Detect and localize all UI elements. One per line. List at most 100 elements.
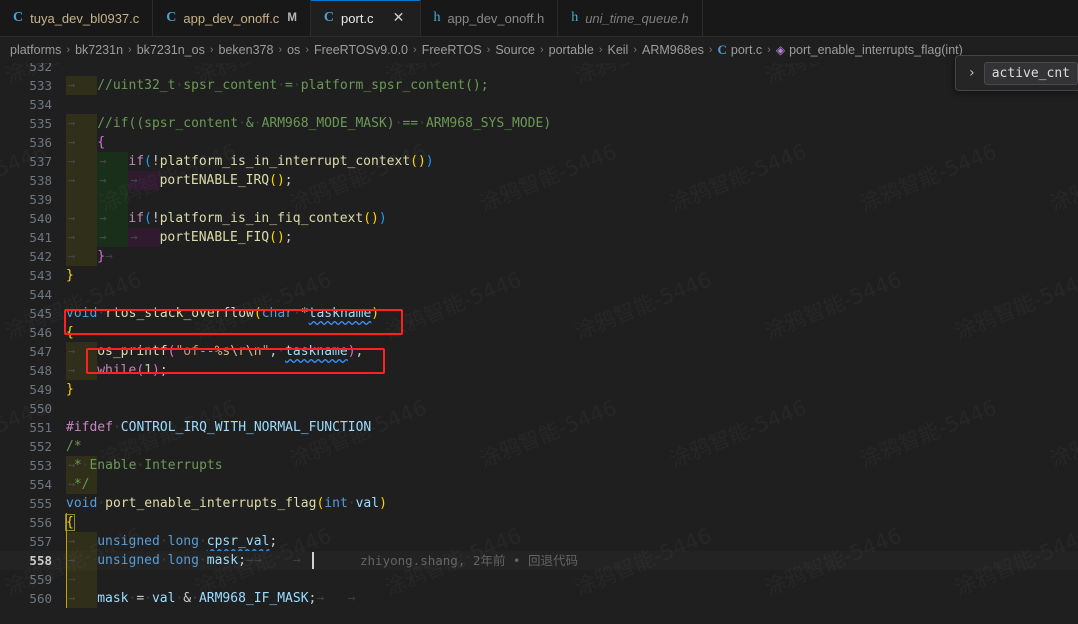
breadcrumb-separator-icon: › (413, 44, 417, 56)
line-content: portENABLE_FIQ(); (66, 228, 1078, 247)
line-content: if(!platform_is_in_fiq_context()) (66, 209, 1078, 228)
code-line-current[interactable]: 558 unsigned·long·mask;→→ → zhiyong.shan… (0, 551, 1078, 570)
line-content: os_printf("of--%s\r\n",·taskname); (66, 342, 1078, 361)
line-number: 543 (29, 268, 52, 283)
breadcrumb-item-arm968es[interactable]: ARM968es (642, 43, 704, 57)
tab-tuya_dev_bl0937-c[interactable]: C tuya_dev_bl0937.c (0, 0, 154, 36)
code-line[interactable]: 543 } (0, 266, 1078, 285)
line-number: 558 (29, 553, 52, 568)
line-content: /* (66, 439, 82, 454)
line-content: //if((spsr_content·&·ARM968_MODE_MASK)·=… (66, 114, 1078, 133)
tab-app_dev_onoff-c[interactable]: C app_dev_onoff.c M (153, 0, 311, 36)
breadcrumb-item-portable[interactable]: portable (549, 43, 594, 57)
code-line[interactable]: 537 if(!platform_is_in_interrupt_context… (0, 152, 1078, 171)
breadcrumb-item-platforms[interactable]: platforms (10, 43, 61, 57)
code-line[interactable]: 546 { (0, 323, 1078, 342)
code-line[interactable]: 534 (0, 95, 1078, 114)
line-number: 556 (29, 515, 52, 530)
code-line[interactable]: 538 portENABLE_IRQ(); (0, 171, 1078, 190)
breadcrumb-item-symbol[interactable]: port_enable_interrupts_flag(int) (789, 43, 963, 57)
line-number: 545 (29, 306, 52, 321)
c-file-icon: C (13, 10, 24, 25)
c-file-icon: C (717, 42, 727, 57)
code-line[interactable]: 544 (0, 285, 1078, 304)
breadcrumb-separator-icon: › (278, 44, 283, 56)
breadcrumb-separator-icon: › (708, 44, 713, 56)
breadcrumb-separator-icon: › (486, 44, 491, 56)
code-lines[interactable]: 532 533 //uint32_t·spsr_content·=·platfo… (0, 62, 1078, 608)
git-blame-annotation[interactable]: zhiyong.shang, 2年前 • 回退代码 (360, 551, 578, 570)
breadcrumb-separator-icon: › (209, 44, 214, 56)
code-line[interactable]: 535 //if((spsr_content·&·ARM968_MODE_MAS… (0, 114, 1078, 133)
line-number: 534 (29, 97, 52, 112)
tab-label: uni_time_queue.h (585, 10, 689, 26)
breadcrumb-separator-icon: › (66, 44, 71, 56)
code-line[interactable]: 550 (0, 399, 1078, 418)
code-editor[interactable]: 涂鸦智能-5446涂鸦智能-5446涂鸦智能-5446涂鸦智能-5446涂鸦智能… (0, 62, 1078, 624)
tab-uni_time_queue-h[interactable]: h uni_time_queue.h (558, 0, 703, 36)
line-number: 546 (29, 325, 52, 340)
code-line[interactable]: 542 }→ (0, 247, 1078, 266)
code-line[interactable]: 557 unsigned·long·cpsr_val; (0, 532, 1078, 551)
breadcrumb-item-freertosv900[interactable]: FreeRTOSv9.0.0 (314, 43, 408, 57)
line-number: 554 (29, 477, 52, 492)
code-line[interactable]: 556 { (0, 513, 1078, 532)
line-content: ·*·Enable·Interrupts (66, 456, 1078, 475)
line-number: 535 (29, 116, 52, 131)
tab-modified-indicator: M (287, 12, 297, 24)
debug-hover-popup[interactable]: › active_cnt (954, 55, 1078, 91)
line-number: 544 (29, 287, 52, 302)
breadcrumb-item-os[interactable]: os (287, 43, 300, 57)
code-line[interactable]: 547 os_printf("of--%s\r\n",·taskname); (0, 342, 1078, 361)
line-number: 541 (29, 230, 52, 245)
breadcrumb-item-keil[interactable]: Keil (607, 43, 628, 57)
watch-expression-value[interactable]: active_cnt (983, 61, 1078, 85)
breadcrumb-item-bk7231n[interactable]: bk7231n (75, 43, 123, 57)
breadcrumb-separator-icon: › (598, 44, 603, 56)
tab-port-c[interactable]: C port.c ✕ (310, 0, 421, 36)
breadcrumb-item-beken378[interactable]: beken378 (219, 43, 274, 57)
line-number: 548 (29, 363, 52, 378)
code-line[interactable]: 559 → (0, 570, 1078, 589)
code-line[interactable]: 552 /* (0, 437, 1078, 456)
line-number: 547 (29, 344, 52, 359)
code-line[interactable]: 533 //uint32_t·spsr_content·=·platform_s… (0, 76, 1078, 95)
line-number: 542 (29, 249, 52, 264)
code-line[interactable]: 560 mask·=·val·&·ARM968_IF_MASK;→ → (0, 589, 1078, 608)
line-number: 549 (29, 382, 52, 397)
code-line[interactable]: 548 while(1); (0, 361, 1078, 380)
tab-app_dev_onoff-h[interactable]: h app_dev_onoff.h (420, 0, 559, 36)
line-content: //uint32_t·spsr_content·=·platform_spsr_… (66, 76, 1078, 95)
code-line[interactable]: 532 (0, 62, 1078, 76)
breadcrumb-item-freertos[interactable]: FreeRTOS (422, 43, 482, 57)
line-content: if(!platform_is_in_interrupt_context()) (66, 152, 1078, 171)
chevron-right-icon[interactable]: › (962, 65, 982, 81)
code-line[interactable]: 540 if(!platform_is_in_fiq_context()) (0, 209, 1078, 228)
line-number: 559 (29, 572, 52, 587)
code-line[interactable]: 553 ·*·Enable·Interrupts (0, 456, 1078, 475)
h-file-icon: h (571, 10, 579, 25)
line-content: { (66, 133, 1078, 152)
code-line[interactable]: 554 ·*/ (0, 475, 1078, 494)
breadcrumb-item-port-c[interactable]: port.c (731, 43, 762, 57)
line-number: 553 (29, 458, 52, 473)
code-line[interactable]: 541 portENABLE_FIQ(); (0, 228, 1078, 247)
breadcrumb-separator-icon: › (633, 44, 637, 56)
tab-label: app_dev_onoff.h (447, 10, 545, 26)
code-line[interactable]: 539 (0, 190, 1078, 209)
line-content: { (65, 514, 75, 531)
breadcrumb-separator-icon: › (539, 44, 544, 56)
line-number: 551 (29, 420, 52, 435)
code-line[interactable]: 549 } (0, 380, 1078, 399)
breadcrumb-item-bk7231n_os[interactable]: bk7231n_os (137, 43, 205, 57)
breadcrumb-item-source[interactable]: Source (495, 43, 535, 57)
close-icon[interactable]: ✕ (391, 10, 407, 26)
line-number: 538 (29, 173, 52, 188)
line-content: void·port_enable_interrupts_flag(int·val… (66, 496, 387, 511)
line-number: 552 (29, 439, 52, 454)
code-line[interactable]: 536 { (0, 133, 1078, 152)
code-line[interactable]: 551 #ifdef·CONTROL_IRQ_WITH_NORMAL_FUNCT… (0, 418, 1078, 437)
code-line[interactable]: 555 void·port_enable_interrupts_flag(int… (0, 494, 1078, 513)
symbol-method-icon: ◈ (775, 43, 786, 57)
code-line[interactable]: 545 void·rtos_stack_overflow(char·*taskn… (0, 304, 1078, 323)
